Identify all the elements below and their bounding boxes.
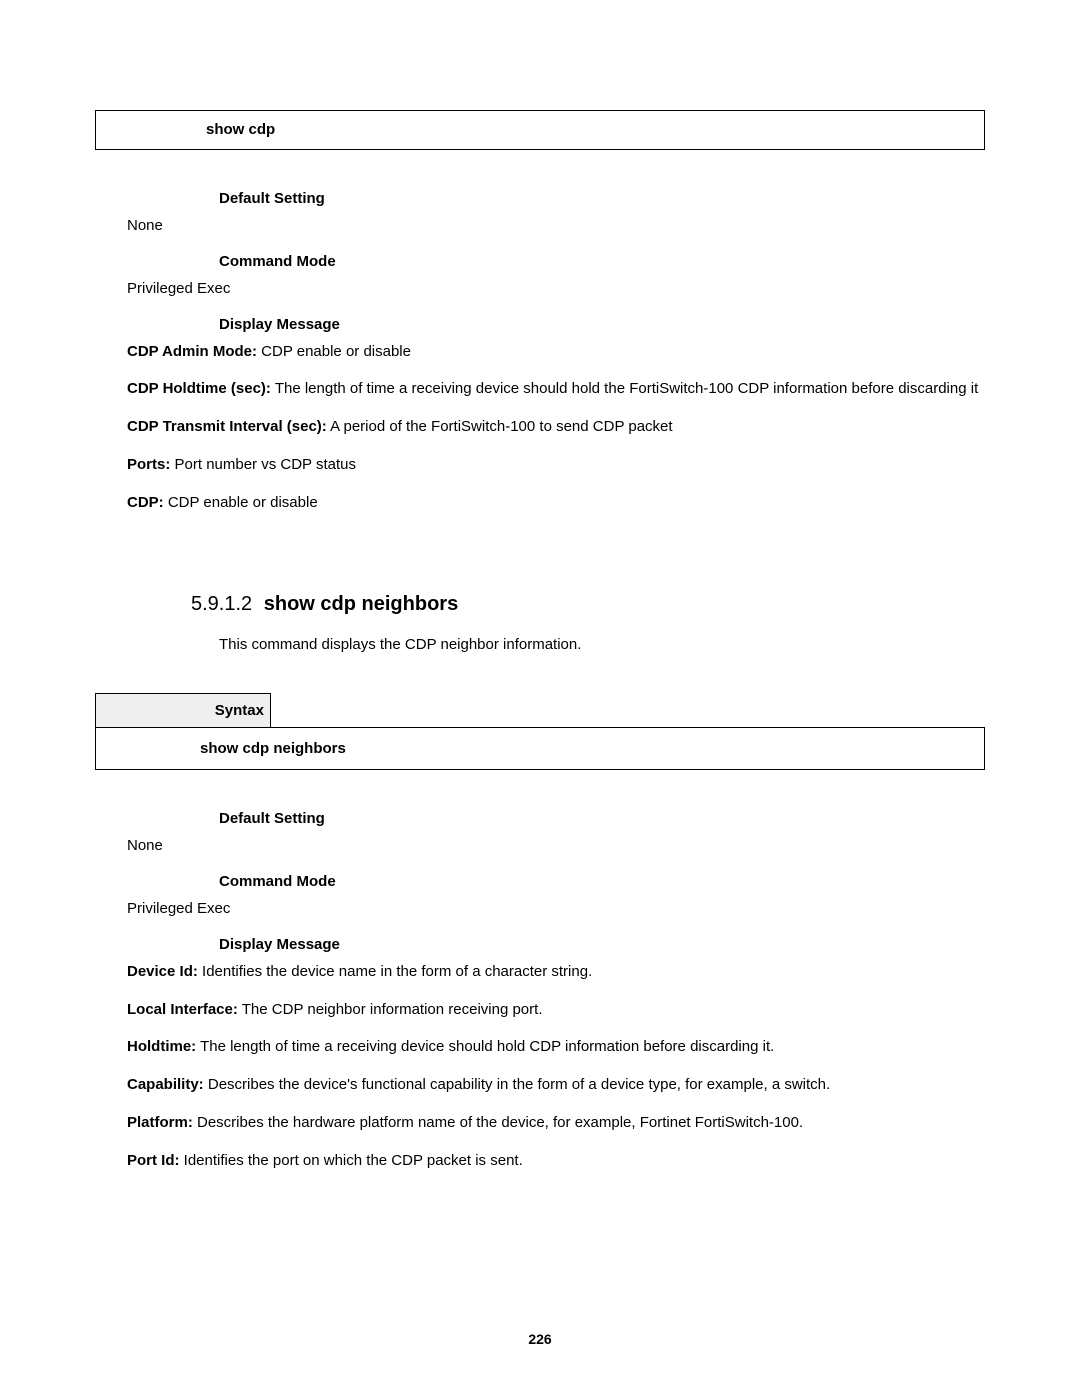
term: Capability:: [127, 1076, 204, 1093]
display-item: Ports: Port number vs CDP status: [127, 454, 985, 476]
term: CDP Holdtime (sec):: [127, 380, 271, 397]
desc: Describes the device's functional capabi…: [204, 1076, 831, 1093]
desc: The CDP neighbor information receiving p…: [238, 1001, 543, 1018]
display-item: Local Interface: The CDP neighbor inform…: [127, 999, 985, 1021]
display-item: Port Id: Identifies the port on which th…: [127, 1150, 985, 1172]
command-mode-value: Privileged Exec: [127, 898, 985, 920]
desc: Identifies the device name in the form o…: [198, 963, 592, 980]
display-message-heading: Display Message: [219, 316, 985, 333]
syntax-command: show cdp neighbors: [95, 727, 985, 770]
subsection-title: 5.9.1.2 show cdp neighbors: [191, 593, 985, 616]
command-mode-value: Privileged Exec: [127, 278, 985, 300]
term: CDP Admin Mode:: [127, 343, 257, 360]
desc: Port number vs CDP status: [170, 456, 356, 473]
term: Device Id:: [127, 963, 198, 980]
term: Local Interface:: [127, 1001, 238, 1018]
display-item: Platform: Describes the hardware platfor…: [127, 1112, 985, 1134]
command-mode-heading: Command Mode: [219, 253, 985, 270]
command-box: show cdp: [95, 110, 985, 150]
term: Port Id:: [127, 1152, 180, 1169]
display-item: CDP: CDP enable or disable: [127, 492, 985, 514]
subsection-number: 5.9.1.2: [191, 593, 252, 615]
desc: Identifies the port on which the CDP pac…: [180, 1152, 523, 1169]
term: CDP:: [127, 494, 164, 511]
syntax-block: Syntax show cdp neighbors: [95, 693, 985, 770]
display-item: CDP Holdtime (sec): The length of time a…: [127, 378, 985, 400]
desc: A period of the FortiSwitch-100 to send …: [327, 418, 673, 435]
command-text: show cdp: [206, 121, 275, 138]
desc: CDP enable or disable: [257, 343, 411, 360]
default-setting-heading: Default Setting: [219, 190, 985, 207]
display-item: Capability: Describes the device's funct…: [127, 1074, 985, 1096]
syntax-header-row: Syntax: [95, 693, 985, 728]
desc: The length of time a receiving device sh…: [271, 380, 978, 397]
default-setting-heading: Default Setting: [219, 810, 985, 827]
term: Ports:: [127, 456, 170, 473]
term: Platform:: [127, 1114, 193, 1131]
display-item: CDP Admin Mode: CDP enable or disable: [127, 341, 985, 363]
subsection-name: show cdp neighbors: [264, 593, 458, 615]
display-message-heading: Display Message: [219, 936, 985, 953]
desc: Describes the hardware platform name of …: [193, 1114, 803, 1131]
display-item: CDP Transmit Interval (sec): A period of…: [127, 416, 985, 438]
term: CDP Transmit Interval (sec):: [127, 418, 327, 435]
command-mode-heading: Command Mode: [219, 873, 985, 890]
term: Holdtime:: [127, 1038, 196, 1055]
subsection-intro: This command displays the CDP neighbor i…: [219, 636, 985, 653]
default-setting-value: None: [127, 835, 985, 857]
syntax-label: Syntax: [95, 693, 271, 728]
display-item: Holdtime: The length of time a receiving…: [127, 1036, 985, 1058]
desc: CDP enable or disable: [164, 494, 318, 511]
default-setting-value: None: [127, 215, 985, 237]
page-number: 226: [0, 1331, 1080, 1347]
desc: The length of time a receiving device sh…: [196, 1038, 774, 1055]
display-item: Device Id: Identifies the device name in…: [127, 961, 985, 983]
